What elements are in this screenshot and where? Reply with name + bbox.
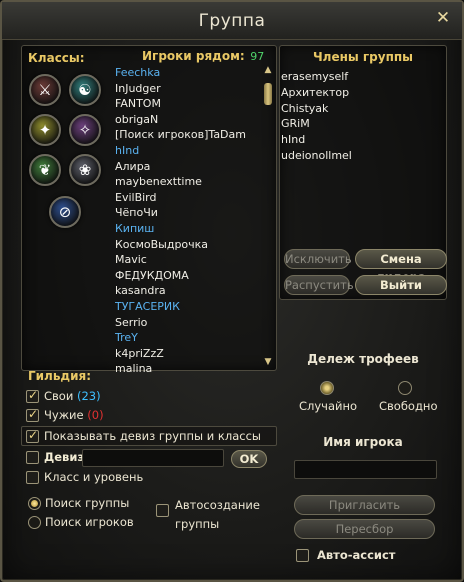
nearby-players-header: Игроки рядом: 97 — [142, 49, 264, 63]
disband-button[interactable]: Распустить — [284, 275, 354, 295]
find-players-radio[interactable] — [28, 516, 41, 529]
own-guild-checkbox[interactable] — [26, 388, 39, 403]
guild-label: Гильдия: — [28, 369, 92, 383]
group-window: Группа ✕ Классы: ⚔ ☯ ✦ ✧ ❦ ❀ ⊘ Игроки рядом: 9… — [0, 0, 464, 582]
scroll-up-icon[interactable]: ▲ — [263, 65, 273, 75]
auto-create-label: Автосоздание группы — [175, 498, 260, 531]
player-row[interactable]: КосмоВыдрочка — [115, 237, 260, 253]
find-group-radio[interactable] — [28, 497, 41, 510]
archer-class-icon[interactable]: ✦ — [29, 114, 61, 146]
player-row[interactable]: Mavic — [115, 252, 260, 268]
scroll-thumb[interactable] — [264, 83, 272, 105]
player-row[interactable]: hInd — [115, 143, 260, 159]
players-scrollbar[interactable]: ▲ ▼ — [263, 65, 273, 367]
members-list[interactable]: erasemyself Архитектор Chistyak GRiM hInd ude… — [281, 69, 441, 164]
other-guild-count: (0) — [87, 408, 104, 422]
motto-label: Девиз — [44, 450, 85, 464]
member-row[interactable]: Chistyak — [281, 101, 441, 117]
kick-button[interactable]: Исключить — [284, 249, 352, 269]
player-row[interactable]: obrigaN — [115, 112, 260, 128]
mage-class-icon[interactable]: ☯ — [69, 74, 101, 106]
player-row[interactable]: kasandra — [115, 283, 260, 299]
title-bar[interactable]: Группа ✕ — [2, 2, 462, 40]
find-players-label: Поиск игроков — [45, 515, 134, 529]
player-row[interactable]: ТУГАСЕРИК — [115, 299, 260, 315]
player-row[interactable]: FANTOM — [115, 96, 260, 112]
loot-random-label: Случайно — [299, 399, 358, 413]
other-guild-checkbox[interactable] — [26, 407, 39, 422]
show-motto-checkbox[interactable] — [26, 428, 39, 443]
all-classes-icon[interactable]: ⊘ — [49, 196, 81, 228]
loot-free-label: Свободно — [379, 399, 438, 413]
ok-button[interactable]: OK — [231, 450, 267, 468]
nearby-players-list[interactable]: Feechka InJudger FANTOM obrigaN [Поиск игрок… — [115, 65, 260, 377]
rogue-class-icon[interactable]: ❀ — [69, 154, 101, 186]
auto-assist-checkbox[interactable] — [296, 549, 309, 562]
reroll-button[interactable]: Пересбор — [294, 519, 435, 539]
window-title: Группа — [198, 11, 266, 31]
player-row[interactable]: Кипиш — [115, 221, 260, 237]
invite-button[interactable]: Пригласить — [294, 495, 435, 515]
auto-create-checkbox[interactable] — [156, 504, 169, 517]
player-row[interactable]: Feechka — [115, 65, 260, 81]
other-guild-label: Чужие — [44, 408, 84, 422]
change-leader-button[interactable]: Смена лидера — [355, 249, 447, 284]
find-group-label: Поиск группы — [45, 496, 130, 510]
own-guild-count: (23) — [76, 389, 101, 403]
player-name-label: Имя игрока — [323, 435, 403, 449]
player-row[interactable]: malina — [115, 361, 260, 377]
own-guild-item: Свои (23) — [44, 389, 101, 403]
member-row[interactable]: udeionollmel — [281, 148, 441, 164]
player-row[interactable]: EvilBird — [115, 190, 260, 206]
loot-label: Дележ трофеев — [307, 352, 419, 366]
player-row[interactable]: TreY — [115, 330, 260, 346]
player-row[interactable]: k4priZzZ — [115, 346, 260, 362]
player-row[interactable]: ФЕДУКДОМА — [115, 268, 260, 284]
classes-label: Классы: — [28, 51, 85, 65]
druid-class-icon[interactable]: ❦ — [29, 154, 61, 186]
member-row[interactable]: hInd — [281, 132, 441, 148]
player-row[interactable]: [Поиск игроков]TaDam — [115, 127, 260, 143]
player-row[interactable]: InJudger — [115, 81, 260, 97]
priest-class-icon[interactable]: ✧ — [69, 114, 101, 146]
scroll-down-icon[interactable]: ▼ — [263, 357, 273, 367]
member-row[interactable]: Архитектор — [281, 85, 441, 101]
warrior-class-icon[interactable]: ⚔ — [29, 74, 61, 106]
class-level-checkbox[interactable] — [26, 471, 39, 484]
show-motto-label: Показывать девиз группы и классы — [44, 429, 261, 443]
leave-button[interactable]: Выйти — [355, 275, 447, 295]
loot-random-radio[interactable] — [320, 381, 334, 395]
members-label: Члены группы — [312, 50, 414, 64]
player-row[interactable]: Алира — [115, 159, 260, 175]
motto-checkbox[interactable] — [26, 451, 39, 464]
auto-assist-label: Авто-ассист — [317, 548, 396, 562]
nearby-players-count: 97 — [250, 50, 265, 63]
player-row[interactable]: Serrio — [115, 315, 260, 331]
other-guild-item: Чужие (0) — [44, 408, 104, 422]
close-icon[interactable]: ✕ — [434, 9, 452, 27]
member-row[interactable]: erasemyself — [281, 69, 441, 85]
loot-free-radio[interactable] — [398, 381, 412, 395]
member-row[interactable]: GRiM — [281, 116, 441, 132]
player-row[interactable]: ЧёпоЧи — [115, 205, 260, 221]
motto-input[interactable] — [82, 449, 224, 467]
player-name-input[interactable] — [294, 460, 437, 479]
class-level-label: Класс и уровень — [44, 470, 144, 484]
nearby-players-label: Игроки рядом: — [142, 49, 245, 63]
player-row[interactable]: maybenexttime — [115, 174, 260, 190]
own-guild-label: Свои — [44, 389, 74, 403]
